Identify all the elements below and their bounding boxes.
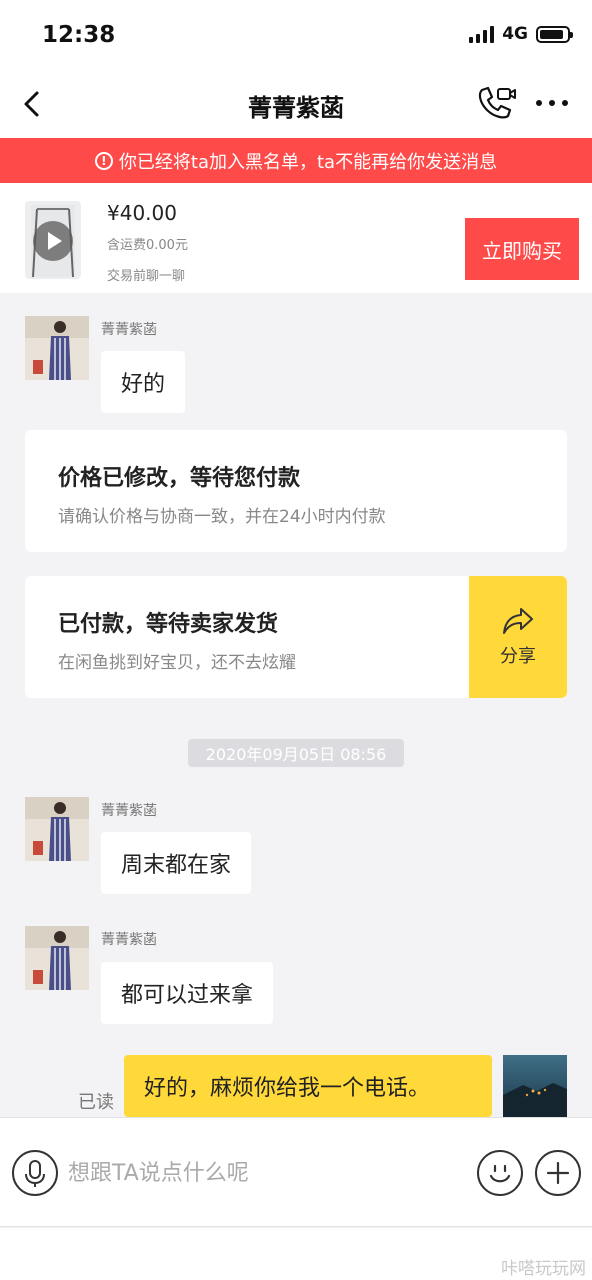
message-input[interactable] [68,1155,458,1191]
message-bubble[interactable]: 都可以过来拿 [101,962,274,1024]
message-input-bar [0,1117,592,1227]
microphone-icon [25,1160,45,1187]
banner-text: 你已经将ta加入黑名单，ta不能再给你发送消息 [118,151,498,173]
add-attachment-button[interactable] [535,1150,581,1196]
card-title: 价格已修改，等待您付款 [58,466,301,491]
shipping-fee: 含运费0.00元 [107,238,188,253]
signal-icon [469,25,495,43]
phone-video-call-icon[interactable] [474,84,518,124]
sender-name: 菁菁紫菡 [101,322,157,338]
card-subtitle: 在闲鱼挑到好宝贝，还不去炫耀 [58,653,296,673]
plus-icon [546,1161,570,1185]
contact-avatar[interactable] [25,316,89,380]
contact-avatar[interactable] [25,797,89,861]
emoji-button[interactable] [477,1150,523,1196]
voice-button[interactable] [12,1150,58,1196]
product-summary: ¥40.00 含运费0.00元 交易前聊一聊 立即购买 [0,183,592,293]
read-status: 已读 [78,1092,114,1113]
status-bar: 12:38 4G [0,0,592,70]
share-icon [503,608,533,634]
more-icon[interactable] [536,100,568,106]
blacklist-banner: ! 你已经将ta加入黑名单，ta不能再给你发送消息 [0,138,592,183]
buy-now-button[interactable]: 立即购买 [465,218,579,280]
my-message-bubble[interactable]: 好的，麻烦你给我一个电话。 [124,1055,492,1117]
network-type: 4G [502,24,528,44]
contact-avatar[interactable] [25,926,89,990]
message-bubble[interactable]: 好的 [101,351,186,413]
smiley-icon [489,1164,511,1183]
warning-icon: ! [94,151,113,170]
chat-header: 菁菁紫菡 [0,70,592,138]
my-avatar[interactable] [503,1055,567,1119]
chat-hint: 交易前聊一聊 [107,269,186,284]
share-button[interactable]: 分享 [469,576,567,698]
card-title: 已付款，等待卖家发货 [58,612,279,637]
share-label: 分享 [500,646,536,667]
product-thumbnail[interactable] [25,201,81,279]
product-price: ¥40.00 [107,201,177,225]
status-time: 12:38 [42,22,116,48]
watermark: 咔嗒玩玩网 [501,1259,586,1279]
price-modified-card[interactable]: 价格已修改，等待您付款 请确认价格与协商一致，并在24小时内付款 [25,430,567,552]
play-icon[interactable] [33,221,73,261]
battery-icon [536,25,573,43]
message-bubble[interactable]: 周末都在家 [101,832,252,894]
sender-name: 菁菁紫菡 [101,803,157,819]
status-indicators: 4G [469,24,573,44]
card-subtitle: 请确认价格与协商一致，并在24小时内付款 [58,507,386,527]
timestamp-divider: 2020年09月05日 08:56 [188,739,404,767]
sender-name: 菁菁紫菡 [101,932,157,948]
paid-status-card[interactable]: 已付款，等待卖家发货 在闲鱼挑到好宝贝，还不去炫耀 分享 [25,576,567,698]
